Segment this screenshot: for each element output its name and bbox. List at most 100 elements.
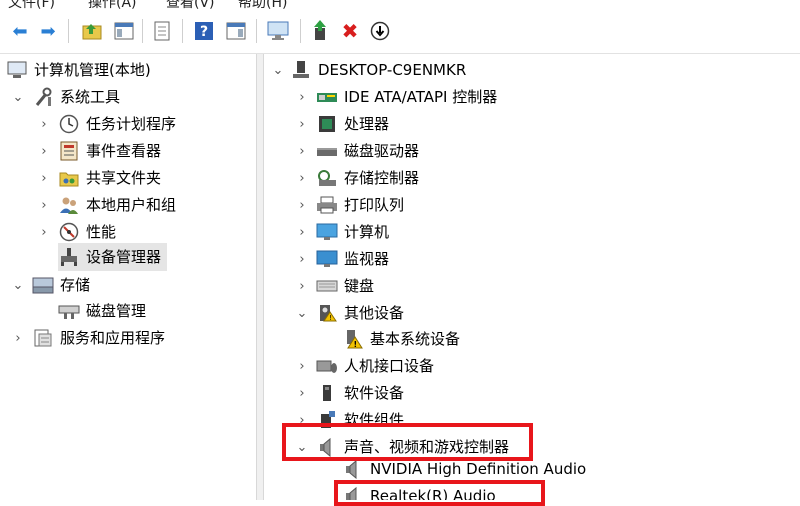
menu-help[interactable]: 帮助(H) — [238, 0, 287, 10]
users-icon — [58, 194, 80, 216]
chevron-right-icon[interactable]: › — [38, 219, 50, 245]
chevron-down-icon[interactable]: ⌄ — [12, 84, 24, 110]
disk-management-icon — [58, 300, 80, 322]
tree-item-label: 性能 — [86, 223, 117, 241]
toolbar: ⬅ ➡ ? ✖ — [0, 10, 800, 54]
show-action-pane-icon[interactable] — [224, 19, 248, 43]
menu-view[interactable]: 查看(V) — [166, 0, 215, 10]
event-viewer-icon — [58, 140, 80, 162]
menu-action[interactable]: 操作(A) — [88, 0, 137, 10]
device-category-software-devices[interactable]: 软件设备 — [316, 380, 404, 406]
toolbar-separator — [142, 19, 143, 43]
device-tree-computer[interactable]: DESKTOP-C9ENMKR — [290, 57, 466, 83]
device-category-label: 磁盘驱动器 — [344, 142, 420, 160]
device-category-computer[interactable]: 计算机 — [316, 219, 389, 245]
highlight-box-realtek-audio — [334, 480, 545, 506]
chevron-right-icon[interactable]: › — [296, 111, 308, 137]
chevron-right-icon[interactable]: › — [38, 192, 50, 218]
uninstall-x-icon[interactable]: ✖ — [338, 19, 362, 43]
unknown-device-icon: ! — [316, 302, 338, 324]
printer-icon — [316, 194, 338, 216]
disk-drive-icon — [316, 140, 338, 162]
tree-item-label: 存储 — [60, 276, 91, 294]
device-category-monitors[interactable]: 监视器 — [316, 246, 389, 272]
device-category-print-queues[interactable]: 打印队列 — [316, 192, 404, 218]
device-category-label: 人机接口设备 — [344, 357, 435, 375]
chevron-right-icon[interactable]: › — [296, 192, 308, 218]
toolbar-separator — [182, 19, 183, 43]
menu-bar: 文件(F) 操作(A) 查看(V) 帮助(H) — [0, 0, 800, 10]
chevron-right-icon[interactable]: › — [38, 165, 50, 191]
pane-splitter[interactable] — [256, 54, 264, 500]
chevron-right-icon[interactable]: › — [296, 165, 308, 191]
device-category-ide[interactable]: IDE ATA/ATAPI 控制器 — [316, 84, 497, 110]
chevron-right-icon[interactable]: › — [296, 138, 308, 164]
software-device-icon — [316, 382, 338, 404]
update-driver-icon[interactable] — [308, 19, 332, 43]
device-category-keyboards[interactable]: 键盘 — [316, 273, 374, 299]
toolbar-separator — [68, 19, 69, 43]
device-category-disk-drives[interactable]: 磁盘驱动器 — [316, 138, 419, 164]
highlight-box-sound-category — [282, 423, 533, 461]
svg-text:!: ! — [329, 314, 332, 322]
chevron-right-icon[interactable]: › — [296, 219, 308, 245]
tree-item-label: 设备管理器 — [86, 248, 162, 266]
tree-item-system-tools[interactable]: 系统工具 — [32, 84, 120, 110]
tree-item-computer-management[interactable]: 计算机管理(本地) — [6, 57, 151, 83]
chevron-right-icon[interactable]: › — [296, 246, 308, 272]
tree-item-storage[interactable]: 存储 — [32, 272, 90, 298]
shared-folder-icon — [58, 167, 80, 189]
disable-device-icon[interactable] — [368, 19, 392, 43]
properties-sheet-icon[interactable] — [150, 19, 174, 43]
chevron-down-icon[interactable]: ⌄ — [272, 57, 284, 83]
device-category-label: 计算机 — [344, 223, 390, 241]
device-category-label: IDE ATA/ATAPI 控制器 — [344, 88, 498, 106]
svg-text:?: ? — [200, 24, 208, 40]
chevron-right-icon[interactable]: › — [296, 353, 308, 379]
device-item-label: 基本系统设备 — [370, 330, 461, 348]
performance-gauge-icon — [58, 221, 80, 243]
chevron-right-icon[interactable]: › — [38, 138, 50, 164]
chevron-down-icon[interactable]: ⌄ — [12, 272, 24, 298]
keyboard-icon — [316, 275, 338, 297]
device-category-label: 处理器 — [344, 115, 390, 133]
device-category-hid[interactable]: 人机接口设备 — [316, 353, 434, 379]
tree-item-performance[interactable]: 性能 — [58, 219, 116, 245]
tree-item-label: 事件查看器 — [86, 142, 162, 160]
menu-file[interactable]: 文件(F) — [8, 0, 55, 10]
tree-item-task-scheduler[interactable]: 任务计划程序 — [58, 111, 176, 137]
back-arrow-icon[interactable]: ⬅ — [8, 19, 32, 43]
device-item-base-system-device[interactable]: ! 基本系统设备 — [342, 326, 460, 352]
tree-item-device-manager[interactable]: 设备管理器 — [58, 243, 168, 271]
storage-icon — [32, 274, 54, 296]
tree-item-disk-management[interactable]: 磁盘管理 — [58, 298, 146, 324]
chevron-right-icon[interactable]: › — [296, 380, 308, 406]
tree-item-label: 任务计划程序 — [86, 115, 177, 133]
tree-item-event-viewer[interactable]: 事件查看器 — [58, 138, 161, 164]
forward-arrow-icon[interactable]: ➡ — [36, 19, 60, 43]
chevron-down-icon[interactable]: ⌄ — [296, 300, 308, 326]
tree-item-shared-folders[interactable]: 共享文件夹 — [58, 165, 161, 191]
device-category-processor[interactable]: 处理器 — [316, 111, 389, 137]
chevron-right-icon[interactable]: › — [296, 273, 308, 299]
tree-item-services-applications[interactable]: 服务和应用程序 — [32, 325, 165, 351]
device-manager-icon — [58, 246, 80, 268]
chevron-right-icon[interactable]: › — [296, 84, 308, 110]
chevron-right-icon[interactable]: › — [12, 325, 24, 351]
device-category-label: 存储控制器 — [344, 169, 420, 187]
speaker-icon — [342, 458, 364, 480]
help-icon[interactable]: ? — [192, 19, 216, 43]
tree-item-local-users-groups[interactable]: 本地用户和组 — [58, 192, 176, 218]
chevron-right-icon[interactable]: › — [38, 111, 50, 137]
tools-icon — [32, 86, 54, 108]
hid-icon — [316, 355, 338, 377]
up-folder-icon[interactable] — [80, 19, 104, 43]
scan-hardware-icon[interactable] — [266, 19, 290, 43]
tree-item-label: 磁盘管理 — [86, 302, 147, 320]
show-hide-tree-icon[interactable] — [112, 19, 136, 43]
console-tree-pane: 计算机管理(本地) ⌄ 系统工具 › 任务计划程序 › 事件查看器 › 共享文件… — [0, 54, 256, 500]
tree-item-label: 服务和应用程序 — [60, 329, 166, 347]
device-tree-label: DESKTOP-C9ENMKR — [318, 61, 467, 79]
device-category-other-devices[interactable]: ! 其他设备 — [316, 300, 404, 326]
device-category-storage-controllers[interactable]: 存储控制器 — [316, 165, 419, 191]
